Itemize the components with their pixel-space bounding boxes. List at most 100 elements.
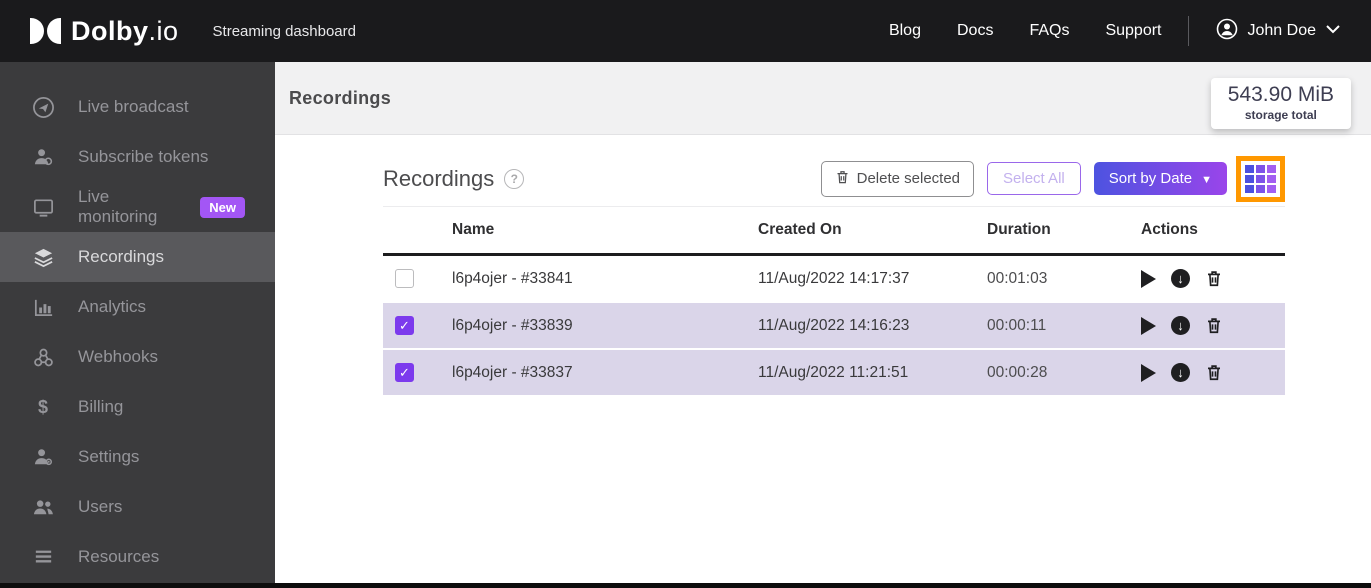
- recording-name: l6p4ojer - #33839: [452, 316, 573, 334]
- download-icon: ↓: [1171, 269, 1190, 288]
- download-icon: ↓: [1171, 363, 1190, 382]
- sidebar-item-label: Users: [78, 497, 123, 516]
- user-menu[interactable]: John Doe: [1215, 17, 1342, 46]
- storage-value: 543.90 MiB: [1227, 83, 1334, 106]
- sidebar-item-label: Recordings: [78, 247, 164, 266]
- download-button[interactable]: ↓: [1171, 269, 1190, 288]
- webhook-icon: [30, 346, 56, 369]
- list-icon: [30, 546, 56, 569]
- recording-created-on: 11/Aug/2022 14:17:37: [758, 269, 910, 287]
- sidebar-item-users[interactable]: Users: [0, 482, 275, 532]
- download-button[interactable]: ↓: [1171, 363, 1190, 382]
- recording-duration: 00:01:03: [987, 269, 1048, 287]
- user-avatar-icon: [1215, 17, 1239, 46]
- sidebar-item-settings[interactable]: Settings: [0, 432, 275, 482]
- delete-button[interactable]: [1205, 363, 1223, 382]
- nav-link-docs[interactable]: Docs: [957, 22, 993, 40]
- download-icon: ↓: [1171, 316, 1190, 335]
- table-row: ✓ l6p4ojer - #33841 11/Aug/2022 14:17:37…: [383, 256, 1285, 301]
- recording-duration: 00:00:11: [987, 316, 1047, 334]
- sidebar-item-webhooks[interactable]: Webhooks: [0, 332, 275, 382]
- sidebar-item-subscribe-tokens[interactable]: Subscribe tokens: [0, 132, 275, 182]
- dollar-icon: $: [37, 396, 48, 417]
- sidebar-item-label: Billing: [78, 397, 124, 416]
- storage-label: storage total: [1244, 108, 1317, 122]
- caret-down-icon: ▼: [1201, 173, 1212, 186]
- dolby-logo[interactable]: Dolby.io: [30, 16, 179, 47]
- table-row: ✓ l6p4ojer - #33839 11/Aug/2022 14:16:23…: [383, 303, 1285, 348]
- sidebar-item-label: Live monitoring: [78, 187, 158, 226]
- sidebar-item-analytics[interactable]: Analytics: [0, 282, 275, 332]
- dolby-double-d-icon: [30, 18, 61, 44]
- nav-link-faqs[interactable]: FAQs: [1029, 22, 1069, 40]
- bar-chart-icon: [30, 296, 56, 319]
- recording-created-on: 11/Aug/2022 14:16:23: [758, 316, 910, 334]
- bottom-border-bar: [0, 583, 1371, 588]
- play-button[interactable]: [1141, 269, 1156, 288]
- trash-icon: [1208, 365, 1220, 381]
- table-row: ✓ l6p4ojer - #33837 11/Aug/2022 11:21:51…: [383, 350, 1285, 395]
- nav-link-support[interactable]: Support: [1105, 22, 1161, 40]
- chevron-down-icon: [1325, 21, 1341, 38]
- sidebar-item-label: Analytics: [78, 297, 147, 316]
- trash-icon: [835, 169, 850, 189]
- nav-divider: [1187, 16, 1189, 46]
- top-navbar: Dolby.io Streaming dashboard Blog Docs F…: [0, 0, 1371, 62]
- sidebar-item-label: Live broadcast: [78, 97, 189, 116]
- play-button[interactable]: [1141, 363, 1156, 382]
- play-icon: [1141, 269, 1156, 288]
- delete-selected-button[interactable]: Delete selected: [820, 160, 975, 197]
- storage-total-card: 543.90 MiB storage total: [1210, 78, 1351, 129]
- users-icon: [30, 496, 56, 519]
- app-subtitle: Streaming dashboard: [212, 22, 356, 40]
- delete-button[interactable]: [1205, 316, 1223, 335]
- column-header-actions: Actions: [1141, 221, 1198, 238]
- page-title: Recordings: [289, 87, 392, 108]
- row-checkbox[interactable]: ✓: [395, 363, 414, 382]
- sidebar-item-label: Webhooks: [78, 347, 159, 366]
- main-panel: Recordings 543.90 MiB storage total Reco…: [275, 62, 1371, 583]
- broadcast-icon: [30, 96, 56, 119]
- recording-name: l6p4ojer - #33841: [452, 269, 573, 287]
- sidebar-item-live-broadcast[interactable]: Live broadcast: [0, 82, 275, 132]
- brand-name: Dolby.io: [71, 15, 179, 46]
- column-header-created-on: Created On: [758, 221, 842, 238]
- page-header: Recordings 543.90 MiB storage total: [275, 62, 1371, 135]
- nav-link-blog[interactable]: Blog: [889, 22, 921, 40]
- column-header-duration: Duration: [987, 221, 1051, 238]
- column-header-name: Name: [452, 221, 495, 238]
- row-checkbox[interactable]: ✓: [395, 316, 414, 335]
- new-badge: New: [200, 196, 245, 218]
- sidebar-item-resources[interactable]: Resources: [0, 532, 275, 582]
- grid-view-toggle-button[interactable]: [1236, 155, 1285, 202]
- play-icon: [1141, 316, 1156, 335]
- sidebar-item-live-monitoring[interactable]: Live monitoring New: [0, 182, 275, 232]
- delete-button[interactable]: [1205, 269, 1223, 288]
- recording-name: l6p4ojer - #33837: [452, 363, 573, 381]
- download-button[interactable]: ↓: [1171, 316, 1190, 335]
- sidebar-item-recordings[interactable]: Recordings: [0, 232, 275, 282]
- row-checkbox[interactable]: ✓: [395, 269, 414, 288]
- sidebar-item-label: Resources: [78, 547, 160, 566]
- table-header: Name Created On Duration Actions: [383, 207, 1285, 256]
- recordings-section-title: Recordings ?: [383, 166, 525, 192]
- grid-icon: [1245, 164, 1276, 193]
- recordings-toolbar: Recordings ? Delete selected Select All: [383, 155, 1285, 207]
- play-icon: [1141, 363, 1156, 382]
- play-button[interactable]: [1141, 316, 1156, 335]
- person-gear-icon: [30, 446, 56, 469]
- sidebar-item-label: Settings: [78, 447, 140, 466]
- trash-icon: [1208, 271, 1220, 287]
- nav-links: Blog Docs FAQs Support: [889, 22, 1162, 40]
- monitor-icon: [30, 196, 56, 219]
- sort-by-date-button[interactable]: Sort by Date ▼: [1093, 162, 1227, 195]
- sidebar-item-billing[interactable]: $ Billing: [0, 382, 275, 432]
- app-window: Dolby.io Streaming dashboard Blog Docs F…: [0, 0, 1371, 588]
- recording-duration: 00:00:28: [987, 363, 1048, 381]
- person-badge-icon: [30, 146, 56, 169]
- layers-icon: [30, 246, 56, 269]
- sidebar-item-label: Subscribe tokens: [78, 147, 209, 166]
- select-all-button[interactable]: Select All: [987, 162, 1081, 195]
- sidebar: Live broadcast Subscribe tokens Live mon…: [0, 62, 275, 583]
- help-icon[interactable]: ?: [504, 168, 525, 189]
